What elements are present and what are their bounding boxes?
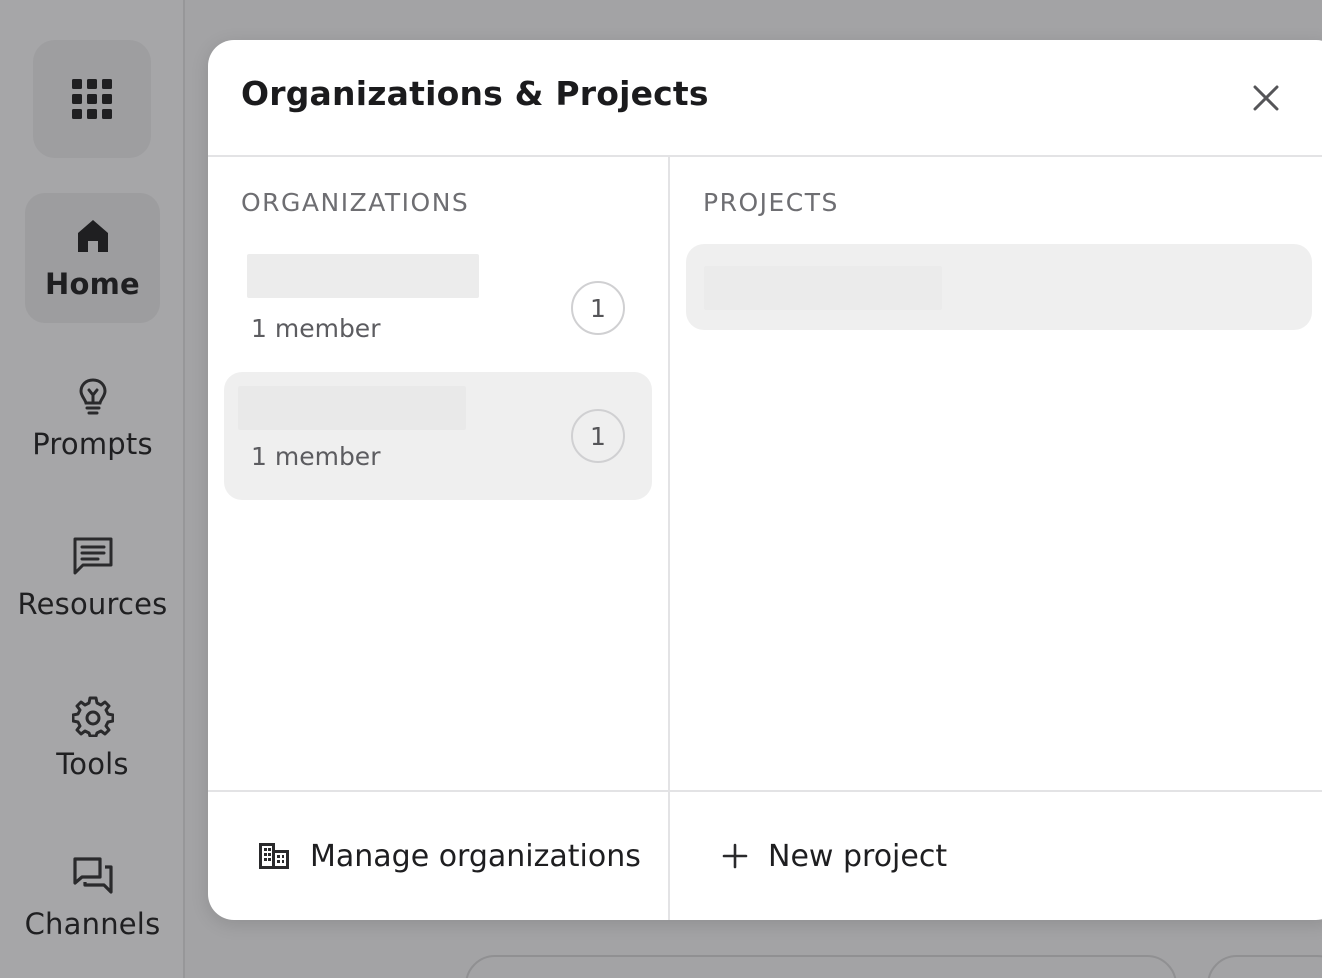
member-count-badge: 1 [571, 409, 625, 463]
background-input [465, 955, 1177, 978]
plus-icon [722, 843, 748, 869]
close-icon [1253, 85, 1279, 111]
gear-icon [71, 696, 114, 737]
sidebar: Home Prompts Resources Tools Channels [0, 0, 185, 978]
projects-heading: PROJECTS [703, 188, 839, 217]
project-name-redacted [704, 266, 942, 310]
sidebar-item-label: Prompts [32, 427, 153, 461]
home-icon [77, 220, 108, 252]
sidebar-item-label: Home [45, 267, 140, 301]
project-item[interactable] [686, 244, 1312, 330]
organization-item[interactable]: 1 member 1 [224, 244, 652, 372]
manage-organizations-button[interactable]: Manage organizations [258, 792, 641, 920]
column-divider [668, 157, 670, 920]
new-project-label: New project [768, 838, 948, 874]
organization-name-redacted [238, 386, 466, 430]
sidebar-item-home[interactable]: Home [25, 193, 160, 323]
building-icon [259, 843, 289, 869]
sidebar-item-resources[interactable]: Resources [0, 513, 185, 643]
member-count-badge: 1 [571, 281, 625, 335]
sidebar-item-label: Channels [24, 907, 161, 941]
background-button [1207, 955, 1322, 978]
apps-launcher-button[interactable] [33, 40, 151, 158]
sidebar-item-label: Tools [56, 747, 129, 781]
dialog-header: Organizations & Projects [208, 40, 1322, 157]
organization-members: 1 member [251, 314, 381, 343]
lightbulb-icon [78, 378, 107, 415]
organization-members: 1 member [251, 442, 381, 471]
organization-item-selected[interactable]: 1 member 1 [224, 372, 652, 500]
organization-name-redacted [247, 254, 479, 298]
sidebar-item-prompts[interactable]: Prompts [0, 353, 185, 483]
grid-icon [72, 79, 112, 119]
organizations-heading: ORGANIZATIONS [241, 188, 470, 217]
sidebar-item-tools[interactable]: Tools [0, 673, 185, 803]
new-project-button[interactable]: New project [722, 792, 947, 920]
manage-organizations-label: Manage organizations [310, 838, 641, 874]
dialog-title: Organizations & Projects [241, 74, 709, 113]
app-window: Home Prompts Resources Tools Channels Or… [0, 0, 1322, 978]
organizations-projects-dialog: Organizations & Projects ORGANIZATIONS 1… [208, 40, 1322, 920]
chat-icon [72, 857, 113, 894]
message-icon [73, 537, 112, 575]
sidebar-item-label: Resources [17, 587, 168, 621]
close-button[interactable] [1248, 80, 1284, 116]
sidebar-item-channels[interactable]: Channels [0, 833, 185, 963]
